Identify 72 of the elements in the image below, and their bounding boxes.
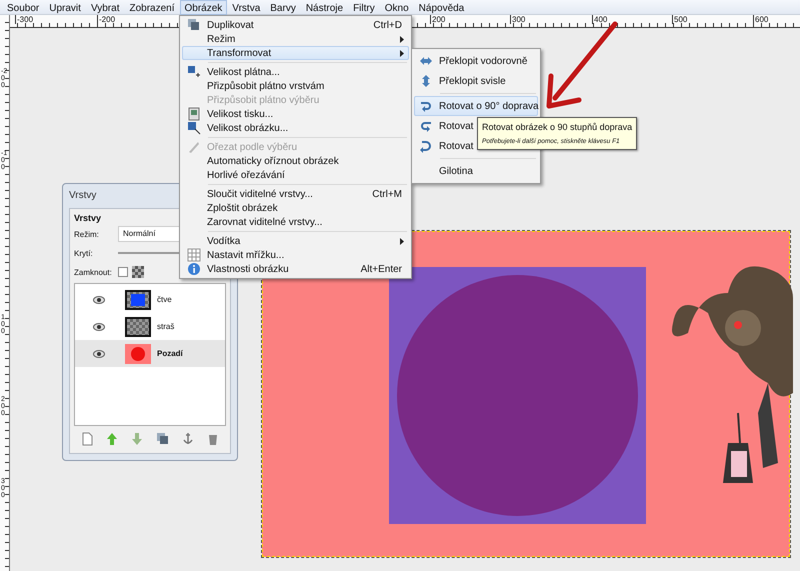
rotate-right-icon xyxy=(419,99,433,113)
menubar-item[interactable]: Obrázek xyxy=(180,0,228,15)
menu-item[interactable]: Zarovnat viditelné vrstvy... xyxy=(182,215,409,229)
scale-image-icon xyxy=(187,121,201,135)
tooltip-title: Rotovat obrázek o 90 stupňů doprava xyxy=(482,121,632,133)
menubar-item[interactable]: Nástroje xyxy=(300,0,348,15)
menubar-item[interactable]: Upravit xyxy=(44,0,86,15)
menubar-item[interactable]: Nápověda xyxy=(414,0,470,15)
ruler-label: 300 xyxy=(510,15,526,24)
layer-row[interactable]: čtve xyxy=(75,286,225,313)
rotate-half-icon xyxy=(419,139,433,153)
square-icon xyxy=(131,294,145,306)
down-arrow-icon xyxy=(130,432,144,446)
menu-item[interactable]: Automaticky oříznout obrázek xyxy=(182,154,409,168)
menu-item[interactable]: Přizpůsobit plátno vrstvám xyxy=(182,79,409,93)
layer-name: Pozadí xyxy=(157,349,183,358)
ruler-label: -200 xyxy=(97,15,116,24)
duplicate-icon xyxy=(187,18,201,32)
knife-icon xyxy=(187,140,201,154)
opacity-label: Krytí: xyxy=(74,248,94,258)
eye-icon[interactable] xyxy=(93,296,105,304)
eye-icon[interactable] xyxy=(93,350,105,358)
mode-label: Režim: xyxy=(74,230,100,238)
canvas-size-icon xyxy=(187,65,201,79)
menu-item[interactable]: Zploštit obrázek xyxy=(182,201,409,215)
layer-name: straš xyxy=(157,322,174,331)
menu-item[interactable]: Velikost tisku... xyxy=(182,107,409,121)
menu-item[interactable]: Sloučit viditelné vrstvy... Ctrl+M xyxy=(182,187,409,201)
checkerboard-icon[interactable] xyxy=(132,266,144,278)
ruler-label: -300 xyxy=(15,15,34,24)
duplicate-icon xyxy=(156,432,170,446)
lock-checkbox[interactable] xyxy=(118,267,128,277)
menubar-item[interactable]: Zobrazení xyxy=(124,0,180,15)
menubar-item[interactable]: Vrstva xyxy=(227,0,266,15)
window-title: Vrstvy xyxy=(69,189,96,203)
eye-icon[interactable] xyxy=(93,322,105,330)
menubar-item[interactable]: Okno xyxy=(380,0,414,15)
up-arrow-icon xyxy=(104,432,119,446)
ruler-label: 600 xyxy=(753,15,768,24)
layer-thumbnail xyxy=(125,316,151,336)
layer-name: čtve xyxy=(157,295,172,304)
rotate-left-icon xyxy=(419,119,433,133)
ruler-label: 400 xyxy=(592,15,608,24)
menu-item[interactable]: Rotovat o 90° doprava xyxy=(414,96,538,116)
flip-horizontal-icon xyxy=(419,54,433,68)
anchor-icon xyxy=(180,432,195,446)
menu-item[interactable]: Nastavit mřížku... xyxy=(182,248,409,262)
lock-label: Zamknout: xyxy=(74,268,113,276)
layer-row[interactable]: straš xyxy=(75,313,225,340)
menu-item[interactable]: Překlopit svisle xyxy=(414,71,538,91)
menu-item[interactable]: Překlopit vodorovně xyxy=(414,51,538,71)
menubar-item[interactable]: Barvy xyxy=(265,0,301,15)
new-layer-icon xyxy=(80,432,94,446)
menu-item[interactable]: Vlastnosti obrázku Alt+Enter xyxy=(182,262,409,276)
menubar-item[interactable]: Soubor xyxy=(2,0,44,15)
ruler-label: 200 xyxy=(430,15,446,24)
print-size-icon xyxy=(187,107,201,121)
grid-icon xyxy=(187,248,201,262)
menu-item[interactable]: Gilotina xyxy=(414,161,538,181)
layer-row[interactable]: Pozadí xyxy=(75,340,225,367)
menu-item[interactable]: Velikost obrázku... xyxy=(182,121,409,135)
info-icon xyxy=(187,262,201,276)
menu-item[interactable]: Velikost plátna... xyxy=(182,65,409,79)
menubar-item[interactable]: Vybrat xyxy=(86,0,124,15)
ruler-label: 500 xyxy=(672,15,688,24)
menu-item[interactable]: Duplikovat Ctrl+D xyxy=(182,18,409,32)
menubar-item[interactable]: Filtry xyxy=(348,0,380,15)
menu-item[interactable]: Transformovat xyxy=(182,46,409,60)
menu-item[interactable]: Horlivé ořezávání xyxy=(182,168,409,182)
circle-icon xyxy=(131,346,145,360)
submenu-arrow-icon xyxy=(400,238,404,244)
menu-item[interactable]: Režim xyxy=(182,32,409,46)
